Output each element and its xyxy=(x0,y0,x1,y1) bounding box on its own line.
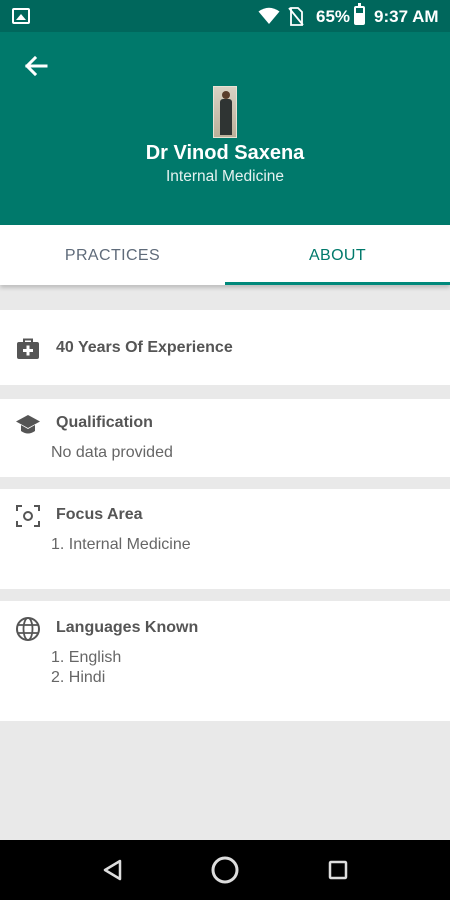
doctor-specialty: Internal Medicine xyxy=(165,168,285,185)
doctor-photo xyxy=(213,86,237,138)
graduation-cap-icon xyxy=(16,415,40,434)
experience-card: 40 Years Of Experience xyxy=(0,310,450,385)
doctor-header: Dr Vinod Saxena Internal Medicine xyxy=(0,32,450,225)
experience-text: 40 Years Of Experience xyxy=(56,339,233,356)
battery-percent: 65% xyxy=(316,7,351,26)
tab-bar: PRACTICES ABOUT xyxy=(0,225,450,285)
no-sim-icon xyxy=(288,7,304,26)
system-nav-bar xyxy=(0,840,450,900)
tab-about[interactable]: ABOUT xyxy=(225,225,450,285)
qualification-value: No data provided xyxy=(51,444,173,461)
qualification-title: Qualification xyxy=(56,414,153,431)
battery-icon xyxy=(354,3,365,25)
globe-icon xyxy=(16,617,40,641)
focus-area-title: Focus Area xyxy=(56,506,143,523)
recents-square-icon[interactable] xyxy=(320,852,356,888)
medical-bag-icon xyxy=(17,338,39,359)
language-item: 2. Hindi xyxy=(51,669,106,686)
focus-area-item: 1. Internal Medicine xyxy=(51,536,191,553)
status-bar: 65% 9:37 AM xyxy=(0,0,450,32)
language-item: 1. English xyxy=(51,649,122,666)
back-triangle-icon[interactable] xyxy=(95,852,131,888)
tab-practices[interactable]: PRACTICES xyxy=(0,225,225,285)
tab-indicator xyxy=(225,282,450,285)
qualification-card: Qualification No data provided xyxy=(0,399,450,477)
languages-title: Languages Known xyxy=(56,619,199,636)
focus-area-card: Focus Area 1. Internal Medicine xyxy=(0,489,450,589)
picture-icon xyxy=(12,8,30,24)
home-circle-icon[interactable] xyxy=(207,852,243,888)
clock: 9:37 AM xyxy=(374,7,439,26)
focus-frame-icon xyxy=(16,505,40,527)
doctor-name: Dr Vinod Saxena xyxy=(145,142,305,164)
languages-card: Languages Known 1. English 2. Hindi xyxy=(0,601,450,721)
wifi-icon xyxy=(258,7,280,24)
arrow-left-icon[interactable] xyxy=(18,48,54,84)
